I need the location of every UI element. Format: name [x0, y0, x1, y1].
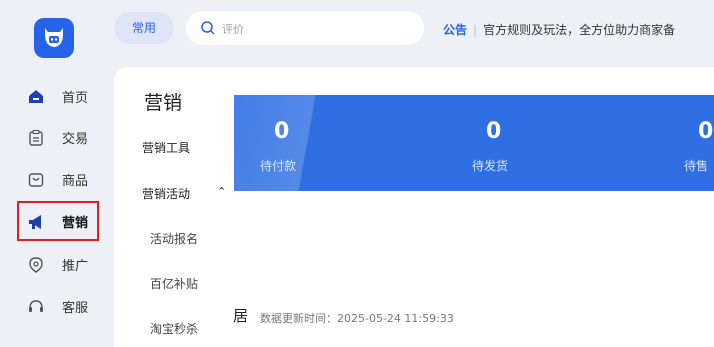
caret-up-icon[interactable]: ⌃: [217, 185, 226, 198]
transaction-icon: [29, 129, 43, 146]
nav-item-customer-service[interactable]: 客服: [0, 288, 113, 326]
nav-item-transaction[interactable]: 交易: [0, 119, 113, 157]
nav-item-promotion[interactable]: 推广: [0, 246, 113, 284]
nav-item-label: 推广: [62, 259, 89, 274]
announcement-divider: |: [473, 23, 478, 37]
search-icon: [201, 21, 215, 35]
stat-value: 0: [486, 119, 502, 144]
order-stats-banner: 0 待付款 0 待发货 0 待售: [234, 95, 714, 191]
app-logo[interactable]: [34, 18, 74, 58]
page-title: 营销: [144, 92, 183, 114]
submenu-item-activity-signup[interactable]: 活动报名: [150, 230, 198, 247]
announcement-bar[interactable]: 公告 | 官方规则及玩法，全方位助力商家备: [443, 21, 675, 38]
data-update-time: 数据更新时间：2025-05-24 11:59:33: [260, 312, 454, 325]
stat-value: 0: [274, 119, 290, 144]
nav-item-label: 首页: [62, 91, 89, 106]
nav-item-goods[interactable]: 商品: [0, 161, 113, 199]
submenu-item-subsidy[interactable]: 百亿补贴: [150, 275, 198, 292]
bag-icon: [28, 173, 44, 187]
main-panel: 营销 营销工具 营销活动 ⌃ 活动报名 百亿补贴 淘宝秒杀 0 待付款 0 待发…: [114, 67, 714, 347]
stat-label: 待付款: [260, 159, 297, 173]
search-box[interactable]: 评价: [186, 11, 424, 45]
stat-label: 待发货: [472, 159, 509, 173]
nav-item-home[interactable]: 首页: [0, 78, 113, 116]
announcement-text: 官方规则及玩法，全方位助力商家备: [483, 23, 676, 37]
announcement-keyword: 公告: [443, 23, 468, 37]
home-icon: [29, 90, 43, 103]
nav-item-label: 客服: [62, 301, 89, 316]
left-sidebar: 首页 交易 商品 营销 推广 客服: [0, 0, 113, 331]
active-item-highlight: [17, 201, 99, 241]
stat-value: 0: [698, 119, 714, 144]
promote-icon: [29, 257, 43, 273]
section-title-fragment: 居: [233, 307, 249, 325]
search-placeholder: 评价: [222, 23, 244, 36]
stat-label: 待售: [684, 159, 709, 173]
submenu-marketing-activities[interactable]: 营销活动: [142, 185, 190, 202]
nav-item-label: 商品: [62, 174, 89, 189]
nav-item-label: 交易: [62, 132, 89, 147]
submenu-marketing-tools[interactable]: 营销工具: [142, 139, 190, 156]
common-tag-button[interactable]: 常用: [114, 12, 174, 44]
banner-decoration: [234, 95, 364, 191]
submenu-item-flash-sale[interactable]: 淘宝秒杀: [150, 320, 198, 337]
headset-icon: [29, 300, 43, 312]
bull-logo-icon: [45, 28, 63, 47]
